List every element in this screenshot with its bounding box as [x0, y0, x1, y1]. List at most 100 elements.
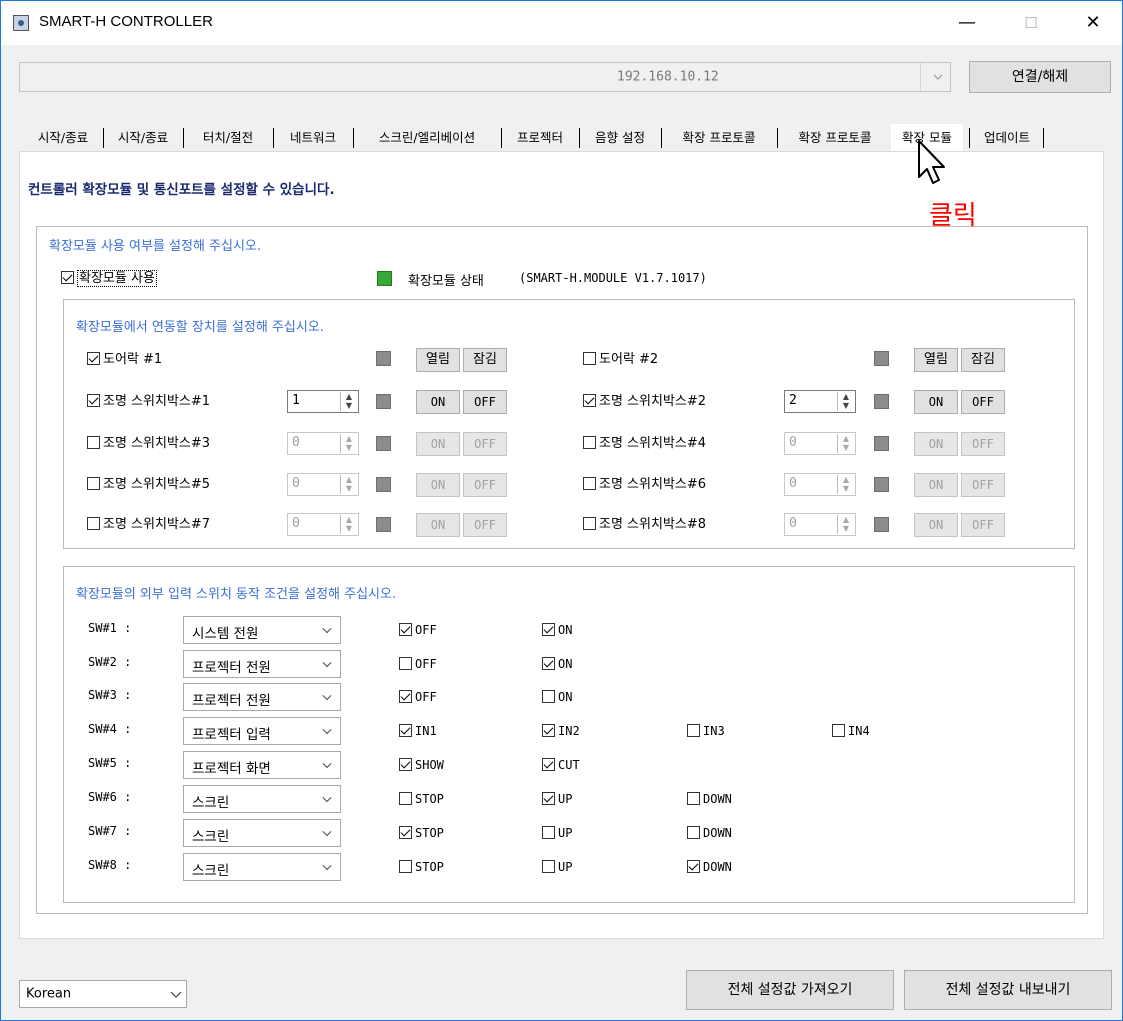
switchbox-8-off-button[interactable]: OFF — [961, 513, 1005, 537]
switchbox-5-on-button[interactable]: ON — [416, 473, 460, 497]
switchbox-5-checkbox[interactable]: 조명 스위치박스#5 — [87, 476, 210, 494]
switchbox-3-off-button[interactable]: OFF — [463, 432, 507, 456]
switchbox-6-checkbox[interactable]: 조명 스위치박스#6 — [583, 476, 706, 494]
tab-start-stop-2[interactable]: 시작/종료 — [109, 124, 177, 151]
switchbox-2-id-spinner[interactable]: 2 ▲ ▼ — [784, 390, 856, 413]
tab-touch-sleep[interactable]: 터치/절전 — [189, 124, 267, 151]
switchbox-5-id-spinner[interactable]: 0 ▲ ▼ — [287, 473, 359, 496]
sw8-label: SW#8 : — [88, 858, 132, 872]
switchbox-6-off-button[interactable]: OFF — [961, 473, 1005, 497]
sw6-action-select[interactable]: 스크린 — [183, 785, 341, 813]
close-button[interactable]: ✕ — [1073, 9, 1113, 37]
use-module-checkbox[interactable]: 확장모듈 사용 — [61, 270, 157, 288]
sw2-opt1-checkbox[interactable]: OFF — [399, 655, 437, 673]
tab-start-stop-1[interactable]: 시작/종료 — [29, 124, 97, 151]
sw8-opt3-checkbox[interactable]: DOWN — [687, 858, 732, 876]
sw8-opt1-checkbox[interactable]: STOP — [399, 858, 444, 876]
switchbox-3-checkbox[interactable]: 조명 스위치박스#3 — [87, 435, 210, 453]
switchbox-3-id-spinner[interactable]: 0 ▲ ▼ — [287, 432, 359, 455]
connect-button[interactable]: 연결/해제 — [969, 61, 1111, 93]
sw6-opt1-checkbox[interactable]: STOP — [399, 790, 444, 808]
sw4-opt4-checkbox[interactable]: IN4 — [832, 722, 870, 740]
tab-ext-protocol-2[interactable]: 확장 프로토콜 — [783, 124, 887, 151]
sw8-opt2-checkbox[interactable]: UP — [542, 858, 572, 876]
sw4-opt2-checkbox[interactable]: IN2 — [542, 722, 580, 740]
switchbox-1-id-spinner[interactable]: 1 ▲ ▼ — [287, 390, 359, 413]
switchbox-1-on-button[interactable]: ON — [416, 390, 460, 414]
app-window: SMART-H CONTROLLER — ☐ ✕ 192.168.10.12 연… — [0, 0, 1123, 1021]
maximize-button[interactable]: ☐ — [1011, 9, 1051, 37]
tab-network[interactable]: 네트워크 — [279, 124, 347, 151]
tab-update[interactable]: 업데이트 — [975, 124, 1039, 151]
sw1-opt2-checkbox[interactable]: ON — [542, 621, 572, 639]
switch-input-group: 확장모듈의 외부 입력 스위치 동작 조건을 설정해 주십시오. SW#1 : … — [63, 566, 1075, 903]
switchbox-1-checkbox[interactable]: 조명 스위치박스#1 — [87, 393, 210, 411]
switchbox-1-off-button[interactable]: OFF — [463, 390, 507, 414]
sw7-label: SW#7 : — [88, 824, 132, 838]
spinner-arrows-icon: ▲ ▼ — [340, 434, 357, 453]
spinner-arrows-icon: ▲ ▼ — [837, 475, 854, 494]
tab-audio[interactable]: 음향 설정 — [585, 124, 655, 151]
sw7-action-select[interactable]: 스크린 — [183, 819, 341, 847]
import-settings-button[interactable]: 전체 설정값 가져오기 — [686, 970, 894, 1010]
sw5-opt1-checkbox[interactable]: SHOW — [399, 756, 444, 774]
switchbox-8-checkbox[interactable]: 조명 스위치박스#8 — [583, 516, 706, 534]
sw5-action-select[interactable]: 프로젝터 화면 — [183, 751, 341, 779]
tab-ext-protocol-1[interactable]: 확장 프로토콜 — [667, 124, 771, 151]
sw5-opt2-checkbox[interactable]: CUT — [542, 756, 580, 774]
sw7-opt3-checkbox[interactable]: DOWN — [687, 824, 732, 842]
tab-screen-elevation[interactable]: 스크린/엘리베이션 — [359, 124, 495, 151]
door-lock-2-open-button[interactable]: 열림 — [914, 348, 958, 372]
switchbox-6-id-spinner[interactable]: 0 ▲ ▼ — [784, 473, 856, 496]
switchbox-2-off-button[interactable]: OFF — [961, 390, 1005, 414]
sw3-opt2-checkbox[interactable]: ON — [542, 688, 572, 706]
export-settings-button[interactable]: 전체 설정값 내보내기 — [904, 970, 1112, 1010]
module-group-title: 확장모듈 사용 여부를 설정해 주십시오. — [49, 239, 262, 254]
language-select[interactable]: Korean — [19, 980, 187, 1008]
switchbox-4-on-button[interactable]: ON — [914, 432, 958, 456]
sw2-opt2-checkbox[interactable]: ON — [542, 655, 572, 673]
door-lock-1-lock-button[interactable]: 잠김 — [463, 348, 507, 372]
sw4-opt3-checkbox[interactable]: IN3 — [687, 722, 725, 740]
sw6-opt2-checkbox[interactable]: UP — [542, 790, 572, 808]
door-lock-2-checkbox[interactable]: 도어락 #2 — [583, 351, 658, 369]
switchbox-2-on-button[interactable]: ON — [914, 390, 958, 414]
switchbox-6-on-button[interactable]: ON — [914, 473, 958, 497]
sw8-action-select[interactable]: 스크린 — [183, 853, 341, 881]
switchbox-7-on-button[interactable]: ON — [416, 513, 460, 537]
switchbox-2-checkbox[interactable]: 조명 스위치박스#2 — [583, 393, 706, 411]
switchbox-4-id-spinner[interactable]: 0 ▲ ▼ — [784, 432, 856, 455]
sw7-opt2-checkbox[interactable]: UP — [542, 824, 572, 842]
sw4-action-select[interactable]: 프로젝터 입력 — [183, 717, 341, 745]
tab-projector[interactable]: 프로젝터 — [507, 124, 573, 151]
switchbox-7-id-spinner[interactable]: 0 ▲ ▼ — [287, 513, 359, 536]
switchbox-4-checkbox[interactable]: 조명 스위치박스#4 — [583, 435, 706, 453]
sw1-action-select[interactable]: 시스템 전원 — [183, 616, 341, 644]
switchbox-3-on-button[interactable]: ON — [416, 432, 460, 456]
sw2-action-select[interactable]: 프로젝터 전원 — [183, 650, 341, 678]
switchbox-3-led — [376, 436, 391, 451]
minimize-button[interactable]: — — [947, 9, 987, 37]
switchbox-5-off-button[interactable]: OFF — [463, 473, 507, 497]
devices-group: 확장모듈에서 연동할 장치를 설정해 주십시오. 도어락 #1 열림 잠김 도어… — [63, 299, 1075, 549]
sw1-opt1-checkbox[interactable]: OFF — [399, 621, 437, 639]
sw3-opt1-checkbox[interactable]: OFF — [399, 688, 437, 706]
sw4-opt1-checkbox[interactable]: IN1 — [399, 722, 437, 740]
switchbox-4-off-button[interactable]: OFF — [961, 432, 1005, 456]
panel-heading: 컨트롤러 확장모듈 및 통신포트를 설정할 수 있습니다. — [28, 182, 335, 198]
sw7-opt1-checkbox[interactable]: STOP — [399, 824, 444, 842]
app-icon — [13, 15, 29, 31]
door-lock-2-lock-button[interactable]: 잠김 — [961, 348, 1005, 372]
switchbox-7-checkbox[interactable]: 조명 스위치박스#7 — [87, 516, 210, 534]
sw3-action-select[interactable]: 프로젝터 전원 — [183, 683, 341, 711]
switchbox-7-off-button[interactable]: OFF — [463, 513, 507, 537]
switchbox-8-id-spinner[interactable]: 0 ▲ ▼ — [784, 513, 856, 536]
switchbox-8-on-button[interactable]: ON — [914, 513, 958, 537]
switchbox-8-led — [874, 517, 889, 532]
door-lock-1-open-button[interactable]: 열림 — [416, 348, 460, 372]
chevron-down-icon — [933, 74, 943, 80]
spinner-arrows-icon: ▲ ▼ — [837, 434, 854, 453]
door-lock-1-checkbox[interactable]: 도어락 #1 — [87, 351, 162, 369]
sw6-opt3-checkbox[interactable]: DOWN — [687, 790, 732, 808]
ip-address-combo[interactable]: 192.168.10.12 — [19, 62, 951, 92]
